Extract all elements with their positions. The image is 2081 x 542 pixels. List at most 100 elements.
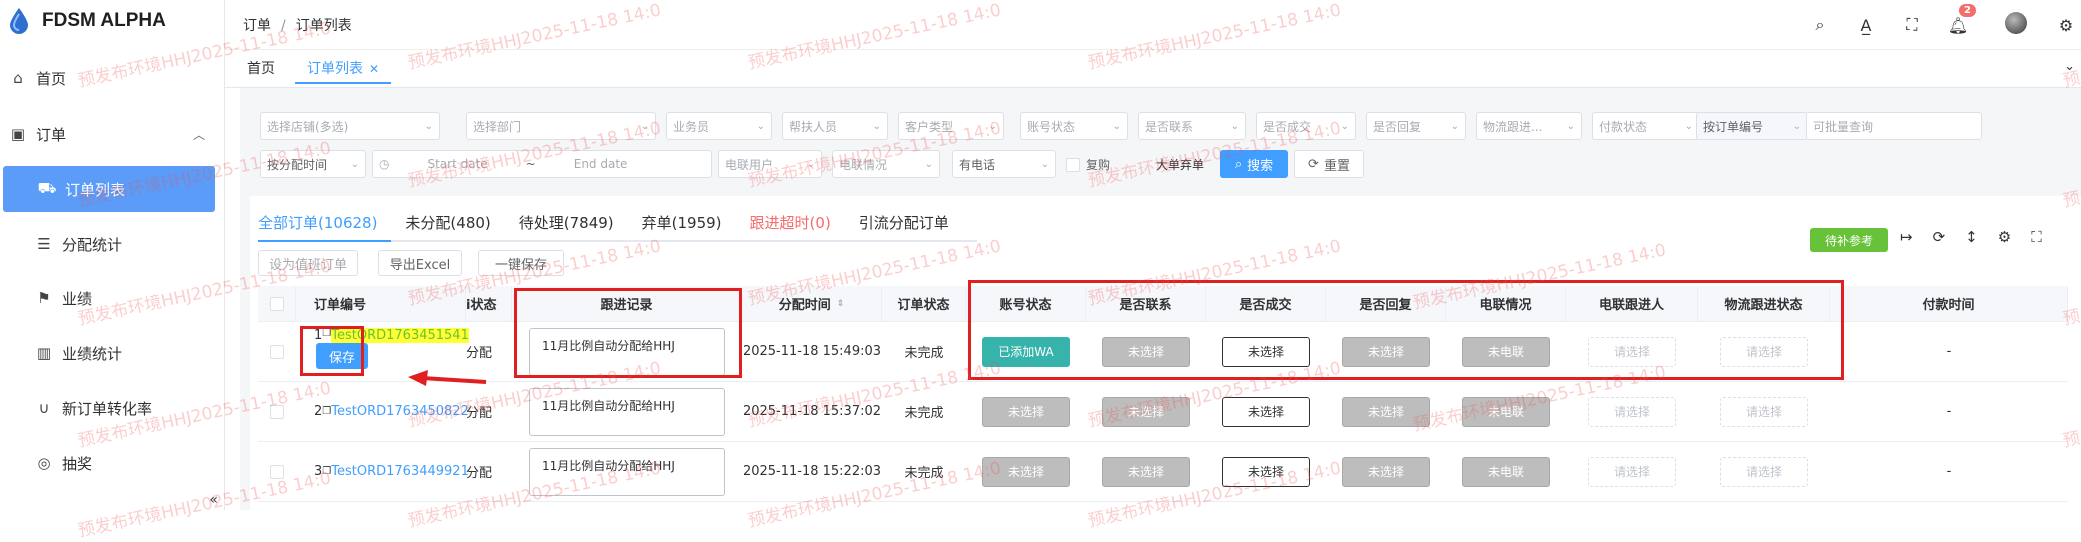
sidebar-item-performance[interactable]: ⚑ 业绩 (0, 272, 225, 324)
flag-icon: ⚑ (37, 289, 51, 307)
tab-traffic[interactable]: 引流分配订单 (859, 208, 963, 240)
time-type-select[interactable]: 按分配时间 ⌄ (260, 150, 366, 178)
has-phone-select[interactable]: 有电话 ⌄ (952, 150, 1056, 178)
dept-select[interactable]: 选择部门 ⌄ (466, 112, 656, 140)
sidebar-item-alloc-stats[interactable]: ☰ 分配统计 (0, 218, 225, 270)
row-checkbox[interactable] (270, 404, 284, 419)
sort-icon[interactable]: ⇕ (837, 299, 845, 309)
account-status-select[interactable]: 未选择 (982, 396, 1070, 427)
placeholder: 客户类型 (905, 119, 954, 134)
collapse-icon[interactable]: « (209, 492, 218, 508)
follow-textarea[interactable]: 11月比例自动分配给HHJ (529, 447, 725, 496)
big-abandon-label[interactable]: 大单弃单 (1156, 156, 1204, 173)
one-click-save-button[interactable]: 一键保存 (478, 250, 564, 276)
placeholder: 电联用户 (725, 157, 774, 172)
export-excel-button[interactable]: 导出Excel (378, 250, 462, 276)
deal-select[interactable]: 未选择 (1222, 396, 1310, 427)
translate-icon[interactable]: A̲ (1843, 16, 1889, 35)
repurchase-checkbox[interactable]: 复购 (1066, 156, 1110, 173)
placeholder: 付款状态 (1599, 119, 1648, 134)
button-label: 重置 (1323, 158, 1350, 174)
copy-icon[interactable]: ❐ (322, 466, 331, 477)
ec-status-select[interactable]: 未电联 (1462, 396, 1550, 427)
user-menu[interactable] (1981, 12, 2051, 38)
deal-select[interactable]: 是否成交 ⌄ (1256, 112, 1356, 140)
tab-pending[interactable]: 待处理(7849) (519, 208, 628, 240)
contacted-select[interactable]: 未选择 (1102, 396, 1190, 427)
ec-user-select[interactable]: 电联用户 ⌄ (718, 150, 822, 178)
tab-abandoned[interactable]: 弃单(1959) (642, 208, 736, 240)
sidebar-item-home[interactable]: ⌂ 首页 (0, 52, 225, 104)
sidebar-item-label: 抽奖 (62, 454, 93, 473)
refresh-icon[interactable]: ⟳ (1933, 228, 1946, 246)
logistics-select[interactable]: 物流跟进... ⌄ (1476, 112, 1582, 140)
ec-follower-select[interactable]: 请选择 (1588, 456, 1676, 487)
sidebar-item-order-list[interactable]: ⛟ 订单列表 (3, 166, 215, 212)
tag-home[interactable]: 首页 (235, 54, 287, 84)
order-no-link[interactable]: TestORD1763449921 (331, 464, 469, 479)
chevron-down-icon: ⌄ (1040, 158, 1049, 170)
export-arrow-icon[interactable]: ↦ (1900, 228, 1913, 246)
sidebar-item-orders[interactable]: ▣ 订单 ︿ (0, 108, 225, 160)
settings-icon[interactable]: ⚙ (1998, 228, 2011, 246)
contacted-select[interactable]: 未选择 (1102, 456, 1190, 487)
filter-panel: 选择店铺(多选) ⌄ 选择部门 ⌄ 业务员 ⌄ 帮扶人员 ⌄ 客户类型 ⌄ 账号状态 ⌄ 是… (250, 112, 2040, 188)
fullscreen-icon[interactable]: ⛶ (2031, 228, 2042, 246)
replied-select[interactable]: 是否回复 ⌄ (1366, 112, 1466, 140)
fullscreen-icon[interactable]: ⛶ (1889, 15, 1935, 35)
select-all-checkbox[interactable] (269, 296, 284, 311)
col-assign-time[interactable]: 分配时间 ⇕ (742, 286, 882, 322)
ec-status-select[interactable]: 电联情况 ⌄ (832, 150, 940, 178)
cart-icon: ⛟ (37, 179, 57, 197)
sidebar-item-conversion[interactable]: ∪ 新订单转化率 (0, 382, 225, 434)
date-range-picker[interactable]: ◷ Start date ~ End date (372, 150, 712, 178)
bell-icon[interactable]: 🔔︎ 2 (1935, 3, 1981, 35)
sidebar-item-perf-stats[interactable]: ▥ 业绩统计 (0, 327, 225, 379)
row-checkbox[interactable] (270, 464, 284, 479)
header-label: 分配时间 (778, 298, 831, 313)
settings-icon[interactable]: ⚙ (2051, 16, 2081, 35)
copy-icon[interactable]: ❐ (322, 406, 331, 417)
deal-select[interactable]: 未选择 (1222, 456, 1310, 487)
order-no-type-select[interactable]: 按订单编号 ⌄ (1696, 112, 1808, 140)
reset-button[interactable]: ⟳ 重置 (1294, 150, 1364, 178)
batch-query-input[interactable]: 可批量查询 (1806, 112, 1982, 140)
search-button[interactable]: ⌕ 搜索 (1220, 150, 1288, 178)
checkbox[interactable] (1066, 157, 1080, 172)
table-tools: ↦ ⟳ ↕ ⚙ ⛶ (1900, 228, 2042, 246)
follow-textarea[interactable]: 11月比例自动分配给HHJ (529, 387, 725, 436)
range-separator: ~ (525, 157, 536, 171)
helper-select[interactable]: 帮扶人员 ⌄ (782, 112, 888, 140)
row-checkbox[interactable] (270, 344, 284, 359)
sidebar-item-label: 订单 (36, 125, 67, 144)
payment-select[interactable]: 付款状态 ⌄ (1592, 112, 1700, 140)
pay-time-cell: - (1830, 382, 2068, 442)
store-select[interactable]: 选择店铺(多选) ⌄ (260, 112, 440, 140)
chevron-down-icon[interactable]: ⌄ (2064, 59, 2075, 74)
contacted-select[interactable]: 是否联系 ⌄ (1138, 112, 1246, 140)
tag-order-list[interactable]: 订单列表 ✕ (295, 54, 392, 84)
logistics-select[interactable]: 请选择 (1720, 396, 1808, 427)
close-icon[interactable]: ✕ (369, 62, 379, 76)
tab-timeout[interactable]: 跟进超时(0) (750, 208, 845, 240)
customer-type-select[interactable]: 客户类型 ⌄ (898, 112, 1004, 140)
salesman-select[interactable]: 业务员 ⌄ (666, 112, 772, 140)
tab-all[interactable]: 全部订单(10628) (258, 208, 392, 242)
sidebar-item-lottery[interactable]: ◎ 抽奖 (0, 437, 225, 489)
logistics-select[interactable]: 请选择 (1720, 456, 1808, 487)
breadcrumb-item[interactable]: 订单 (243, 18, 271, 34)
account-status-select[interactable]: 账号状态 ⌄ (1020, 112, 1128, 140)
replied-select[interactable]: 未选择 (1342, 396, 1430, 427)
assign-time-cell: 2025-11-18 15:37:02 (742, 382, 882, 442)
search-icon[interactable]: ⌕ (1797, 15, 1843, 35)
ec-follower-select[interactable]: 请选择 (1588, 396, 1676, 427)
column-height-icon[interactable]: ↕ (1965, 228, 1978, 246)
tab-unassigned[interactable]: 未分配(480) (405, 208, 504, 240)
pending-ref-button[interactable]: 待补参考 (1810, 228, 1888, 252)
pay-time-cell: - (1830, 322, 2068, 382)
replied-select[interactable]: 未选择 (1342, 456, 1430, 487)
account-status-select[interactable]: 未选择 (982, 456, 1070, 487)
set-duty-button[interactable]: 设为值班订单 (258, 250, 358, 276)
order-no-link[interactable]: TestORD1763450822 (331, 404, 469, 419)
ec-status-select[interactable]: 未电联 (1462, 456, 1550, 487)
